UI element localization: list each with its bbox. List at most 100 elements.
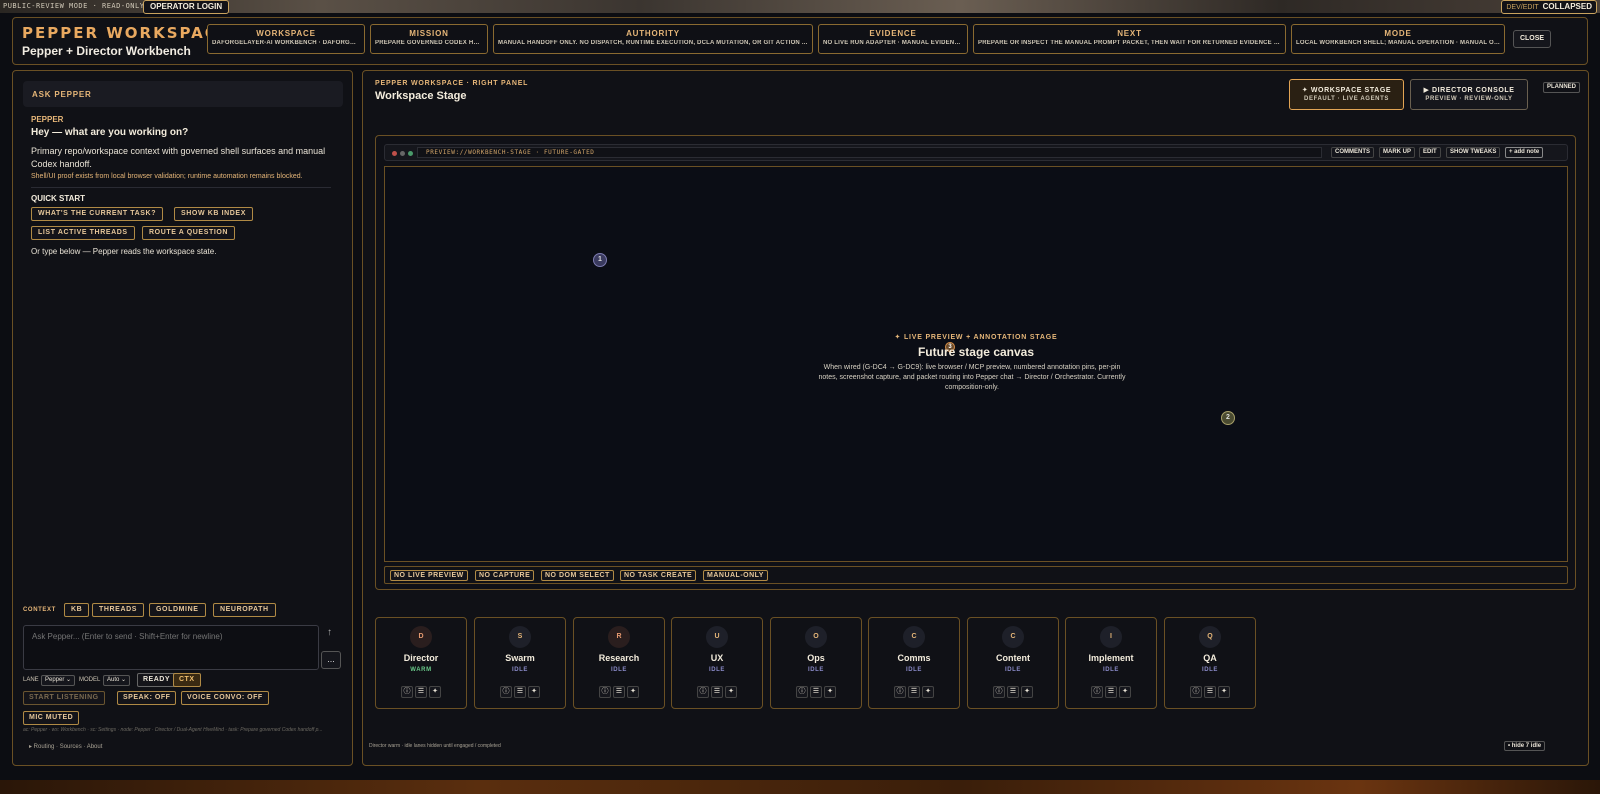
agent-card-swarm[interactable]: S Swarm IDLE ⓘ ☰ ✦ — [474, 617, 566, 709]
preview-url[interactable]: PREVIEW://WORKBENCH-STAGE · FUTURE-GATED — [417, 147, 1322, 158]
chip-mission[interactable]: MISSION PREPARE GOVERNED CODEX HAN... — [370, 24, 488, 54]
context-neuropath[interactable]: NEUROPATH — [213, 603, 276, 617]
speak-toggle[interactable]: SPEAK: OFF — [117, 691, 177, 705]
lane-select[interactable]: Pepper ⌄ — [41, 675, 76, 686]
agent-card-ux[interactable]: U UX IDLE ⓘ ☰ ✦ — [671, 617, 763, 709]
greeting: Hey — what are you working on? — [31, 127, 189, 138]
context-kb[interactable]: KB — [64, 603, 90, 617]
annotation-pin-2[interactable]: 2 — [1221, 411, 1235, 425]
ctx-toggle[interactable]: CTX — [173, 673, 201, 687]
info-icon[interactable]: ⓘ — [599, 686, 611, 698]
more-options-button[interactable]: ... — [321, 651, 341, 669]
agent-status: IDLE — [807, 667, 825, 673]
dev-edit-toggle[interactable]: DEV/EDIT COLLAPSED — [1501, 0, 1597, 14]
menu-icon[interactable]: ☰ — [1204, 686, 1216, 698]
mode-indicator: PUBLIC-REVIEW MODE · READ-ONLY — [3, 2, 145, 10]
agent-status: WARM — [410, 667, 432, 673]
top-strip — [0, 0, 1600, 13]
proof-note: Shell/UI proof exists from local browser… — [31, 173, 303, 180]
sparkle-icon[interactable]: ✦ — [627, 686, 639, 698]
context-goldmine[interactable]: GOLDMINE — [149, 603, 206, 617]
info-icon[interactable]: ⓘ — [993, 686, 1005, 698]
tab-director-console[interactable]: ▶ DIRECTOR CONSOLE PREVIEW · REVIEW-ONLY — [1410, 79, 1528, 110]
hide-idle-button[interactable]: • hide 7 idle — [1504, 741, 1546, 751]
menu-icon[interactable]: ☰ — [711, 686, 723, 698]
comments-button[interactable]: COMMENTS — [1331, 147, 1374, 158]
menu-icon[interactable]: ☰ — [514, 686, 526, 698]
info-icon[interactable]: ⓘ — [796, 686, 808, 698]
sparkle-icon[interactable]: ✦ — [429, 686, 441, 698]
quick-start-kb-index[interactable]: SHOW KB INDEX — [174, 207, 253, 221]
chip-evidence[interactable]: EVIDENCE NO LIVE RUN ADAPTER · MANUAL EVI… — [818, 24, 968, 54]
chip-key: NEXT — [1117, 29, 1142, 38]
quick-start-active-threads[interactable]: LIST ACTIVE THREADS — [31, 226, 135, 240]
sparkle-icon[interactable]: ✦ — [1021, 686, 1033, 698]
tab-workspace-stage[interactable]: ✦ WORKSPACE STAGE DEFAULT · LIVE AGENTS — [1289, 79, 1404, 110]
sparkle-icon[interactable]: ✦ — [1119, 686, 1131, 698]
info-icon[interactable]: ⓘ — [401, 686, 413, 698]
chip-authority[interactable]: AUTHORITY MANUAL HANDOFF ONLY. NO DISPATC… — [493, 24, 813, 54]
badge-no-dom-select: NO DOM SELECT — [541, 570, 614, 581]
info-icon[interactable]: ⓘ — [500, 686, 512, 698]
menu-icon[interactable]: ☰ — [908, 686, 920, 698]
start-listening-button[interactable]: START LISTENING — [23, 691, 105, 705]
agent-card-ops[interactable]: O Ops IDLE ⓘ ☰ ✦ — [770, 617, 862, 709]
agent-card-comms[interactable]: C Comms IDLE ⓘ ☰ ✦ — [868, 617, 960, 709]
info-icon[interactable]: ⓘ — [894, 686, 906, 698]
operator-login-button[interactable]: OPERATOR LOGIN — [143, 0, 230, 14]
footer-links[interactable]: ▸ Routing · Sources · About — [29, 743, 102, 750]
info-icon[interactable]: ⓘ — [697, 686, 709, 698]
sparkle-icon[interactable]: ✦ — [824, 686, 836, 698]
badge-no-task-create: NO TASK CREATE — [620, 570, 697, 581]
model-label: MODEL — [79, 677, 101, 683]
mark-up-button[interactable]: MARK UP — [1379, 147, 1415, 158]
send-icon[interactable]: ↑ — [327, 627, 337, 639]
brand-subtitle: Pepper + Director Workbench — [22, 44, 191, 58]
ask-pepper-header: ASK PEPPER — [23, 81, 343, 107]
menu-icon[interactable]: ☰ — [415, 686, 427, 698]
agent-card-qa[interactable]: Q QA IDLE ⓘ ☰ ✦ — [1164, 617, 1256, 709]
add-note-button[interactable]: + add note — [1505, 147, 1544, 158]
info-icon[interactable]: ⓘ — [1091, 686, 1103, 698]
agent-card-implement[interactable]: I Implement IDLE ⓘ ☰ ✦ — [1065, 617, 1157, 709]
edit-button[interactable]: EDIT — [1419, 147, 1441, 158]
chat-composer — [23, 625, 319, 670]
menu-icon[interactable]: ☰ — [1105, 686, 1117, 698]
sparkle-icon[interactable]: ✦ — [528, 686, 540, 698]
context-threads[interactable]: THREADS — [92, 603, 145, 617]
annotation-pin-1[interactable]: 1 — [593, 253, 607, 267]
quick-start-route-question[interactable]: ROUTE A QUESTION — [142, 226, 236, 240]
agent-card-research[interactable]: R Research IDLE ⓘ ☰ ✦ — [573, 617, 665, 709]
agent-card-content[interactable]: C Content IDLE ⓘ ☰ ✦ — [967, 617, 1059, 709]
menu-icon[interactable]: ☰ — [613, 686, 625, 698]
chip-key: WORKSPACE — [256, 29, 316, 38]
tab-key: ✦ WORKSPACE STAGE — [1301, 87, 1392, 94]
info-icon[interactable]: ⓘ — [1190, 686, 1202, 698]
stage-canvas[interactable]: 1 2 3 ✦ LIVE PREVIEW + ANNOTATION STAGE … — [384, 166, 1568, 562]
model-select[interactable]: Auto ⌄ — [103, 675, 131, 686]
canvas-description: When wired (G-DC4 → G-DC9): live browser… — [818, 364, 1126, 391]
mic-muted-toggle[interactable]: MIC MUTED — [23, 711, 80, 725]
quick-start-current-task[interactable]: WHAT'S THE CURRENT TASK? — [31, 207, 164, 221]
workspace-header: PEPPER WORKSPACE Pepper + Director Workb… — [12, 17, 1588, 65]
chat-input[interactable] — [24, 626, 318, 647]
sparkle-icon[interactable]: ✦ — [725, 686, 737, 698]
agent-card-director[interactable]: D Director WARM ⓘ ☰ ✦ — [375, 617, 467, 709]
menu-icon[interactable]: ☰ — [810, 686, 822, 698]
canvas-title: Future stage canvas — [917, 345, 1035, 359]
chip-workspace[interactable]: WORKSPACE DAFORGELAYER-AI WORKBENCH · DAF… — [207, 24, 365, 54]
chip-next[interactable]: NEXT PREPARE OR INSPECT THE MANUAL PROMPT… — [973, 24, 1286, 54]
right-panel-title: Workspace Stage — [375, 90, 467, 102]
agent-avatar: U — [706, 626, 728, 648]
sparkle-icon[interactable]: ✦ — [922, 686, 934, 698]
voice-convo-toggle[interactable]: VOICE CONVO: OFF — [181, 691, 269, 705]
agent-name: Ops — [807, 653, 825, 663]
close-button[interactable]: CLOSE — [1513, 30, 1551, 48]
agent-name: QA — [1203, 653, 1217, 663]
agent-name: Content — [996, 653, 1030, 663]
show-tweaks-button[interactable]: SHOW TWEAKS — [1446, 147, 1501, 158]
chip-mode[interactable]: MODE LOCAL WORKBENCH SHELL; MANUAL OPERAT… — [1291, 24, 1505, 54]
divider — [31, 187, 331, 188]
sparkle-icon[interactable]: ✦ — [1218, 686, 1230, 698]
menu-icon[interactable]: ☰ — [1007, 686, 1019, 698]
